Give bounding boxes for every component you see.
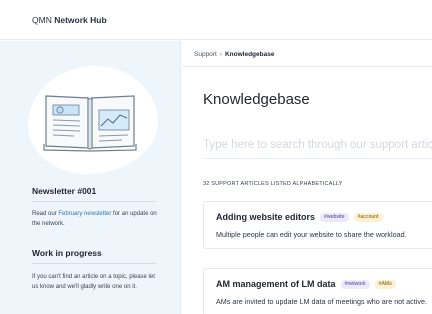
search-input[interactable]: [203, 136, 432, 154]
breadcrumb-divider: [182, 66, 432, 67]
newsletter-link[interactable]: February newsletter: [58, 211, 111, 217]
article-title[interactable]: Adding website editors: [216, 212, 315, 222]
article-description: Multiple people can edit your website to…: [216, 230, 407, 239]
breadcrumb-support-link[interactable]: Support: [194, 51, 217, 58]
brand-name: Network Hub: [54, 15, 107, 25]
breadcrumb-separator: ›: [219, 51, 222, 58]
tag-website[interactable]: #website: [320, 212, 349, 222]
main-content: Support›Knowledgebase Knowledgebase 32 S…: [182, 41, 432, 314]
article-title-row: AM management of LM data #network #AMs: [216, 279, 396, 289]
search-underline: [203, 158, 432, 159]
article-card[interactable]: AM management of LM data #network #AMs A…: [203, 268, 432, 314]
top-bar: QMN Network Hub: [0, 0, 432, 40]
breadcrumb-current: Knowledgebase: [224, 51, 275, 58]
article-count: 32 SUPPORT ARTICLES LISTED ALPHABETICALL…: [203, 181, 343, 187]
newsletter-text-before: Read our: [32, 211, 59, 217]
newsletter-text: Read our February newsletter for an upda…: [32, 209, 162, 229]
newsletter-divider: [32, 201, 156, 202]
newsletter-heading: Newsletter #001: [32, 186, 97, 196]
brand-logo[interactable]: QMN Network Hub: [32, 15, 107, 25]
breadcrumb: Support › Knowledgebase: [194, 51, 274, 58]
article-description: AMs are invited to update LM data of mee…: [216, 297, 427, 306]
sidebar: Newsletter #001 Read our February newsle…: [0, 41, 181, 314]
article-card[interactable]: Adding website editors #website #account…: [203, 201, 432, 249]
page-title: Knowledgebase: [203, 91, 310, 108]
tag-ams[interactable]: #AMs: [374, 279, 396, 289]
book-illustration-icon: [43, 95, 137, 152]
tag-account[interactable]: #account: [353, 212, 383, 222]
wip-text: If you can't find an article on a topic,…: [32, 274, 155, 290]
article-title-row: Adding website editors #website #account: [216, 212, 383, 222]
article-title[interactable]: AM management of LM data: [216, 279, 336, 289]
brand-prefix: QMN: [32, 15, 52, 25]
wip-divider: [32, 263, 156, 264]
wip-heading: Work in progress: [32, 248, 102, 258]
tag-network[interactable]: #network: [340, 279, 370, 289]
